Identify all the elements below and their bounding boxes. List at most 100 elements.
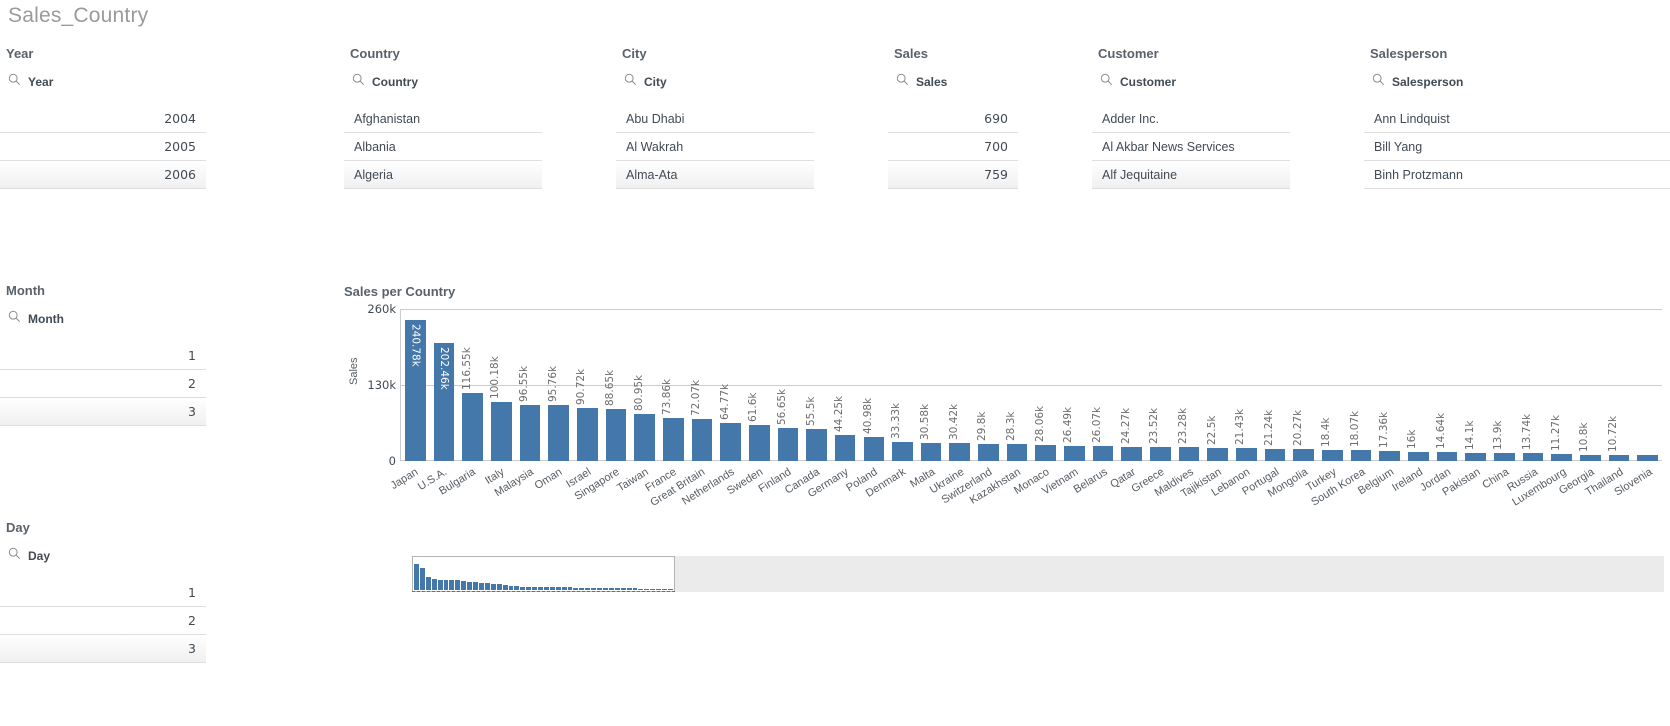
bar[interactable]: 18.07k [1349, 411, 1372, 461]
bar[interactable]: 61.6k [747, 393, 770, 461]
bar-slot[interactable]: 80.95k [630, 309, 659, 461]
bar-slot[interactable]: 18.07k [1347, 309, 1376, 461]
bar[interactable]: 24.27k [1120, 408, 1143, 461]
filter-search-salesperson[interactable]: Salesperson [1364, 69, 1670, 95]
bar-slot[interactable]: 10.72k [1605, 309, 1634, 461]
filter-search-sales[interactable]: Sales [888, 69, 1018, 95]
filter-pane-month[interactable]: Month Month 1 2 3 [0, 283, 206, 426]
bar-slot[interactable]: 202.46k [430, 309, 459, 461]
bar[interactable]: 55.5k [805, 396, 827, 461]
bar-slot[interactable]: 23.52k [1146, 309, 1175, 461]
bar-slot[interactable]: 61.6k [745, 309, 774, 461]
list-item[interactable]: 3 [0, 635, 206, 663]
bar[interactable]: 17.36k [1378, 412, 1400, 461]
bar[interactable]: 30.58k [919, 404, 942, 461]
bar[interactable]: 23.52k [1148, 408, 1171, 461]
bar-slot[interactable]: 14.1k [1461, 309, 1490, 461]
list-item[interactable]: 1 [0, 579, 206, 607]
list-item[interactable]: Alf Jequitaine [1092, 161, 1290, 189]
scrollbar-thumb[interactable] [412, 556, 675, 592]
bar[interactable]: 116.55k [461, 347, 483, 461]
bar[interactable]: 33.33k [890, 402, 913, 461]
bar[interactable]: 96.55k [518, 365, 541, 461]
list-item[interactable]: Al Akbar News Services [1092, 133, 1290, 161]
bar-slot[interactable]: 26.07k [1089, 309, 1118, 461]
bar-slot[interactable]: 13.74k [1519, 309, 1548, 461]
bar-slot[interactable]: 14.64k [1433, 309, 1462, 461]
bar-slot[interactable]: 28.3k [1003, 309, 1032, 461]
bar-slot[interactable]: 96.55k [516, 309, 545, 461]
bar-slot[interactable]: 30.58k [917, 309, 946, 461]
bar-slot[interactable]: 18.4k [1318, 309, 1347, 461]
bar-slot[interactable]: 10.8k [1576, 309, 1605, 461]
bar[interactable]: 202.46k [433, 342, 455, 461]
bar-slot[interactable]: 17.36k [1375, 309, 1404, 461]
bar[interactable]: 28.3k [1005, 412, 1028, 461]
bar-slot[interactable]: 100.18k [487, 309, 516, 461]
bar[interactable]: 56.65k [776, 389, 799, 461]
bar-slot[interactable]: 116.55k [458, 309, 487, 461]
bar[interactable]: 29.8k [976, 411, 999, 461]
bar-slot[interactable]: 90.72k [573, 309, 602, 461]
filter-search-country[interactable]: Country [344, 69, 542, 95]
bar-slot[interactable]: 26.49k [1060, 309, 1089, 461]
bar[interactable]: 14.64k [1435, 413, 1458, 461]
bar[interactable]: 11.27k [1550, 415, 1572, 461]
bar-slot[interactable]: 40.98k [860, 309, 889, 461]
chart-range-scrollbar[interactable] [412, 556, 1664, 592]
bar[interactable]: 16k [1406, 429, 1429, 461]
bar-slot[interactable]: 44.25k [831, 309, 860, 461]
bar[interactable]: 240.78k [405, 320, 426, 461]
bar[interactable]: 44.25k [833, 396, 856, 461]
filter-pane-customer[interactable]: Customer Customer Adder Inc. Al Akbar News … [1092, 46, 1290, 189]
bar-slot[interactable]: 88.65k [602, 309, 631, 461]
bar[interactable]: 100.18k [489, 357, 512, 461]
bar-slot[interactable]: 24.27k [1117, 309, 1146, 461]
list-item[interactable]: Alma-Ata [616, 161, 814, 189]
bar-slot[interactable]: 30.42k [945, 309, 974, 461]
bar-slot[interactable]: 33.33k [888, 309, 917, 461]
filter-pane-sales[interactable]: Sales Sales 690 700 759 [888, 46, 1018, 189]
filter-search-customer[interactable]: Customer [1092, 69, 1290, 95]
bar[interactable]: 72.07k [690, 380, 713, 461]
bar-slot[interactable] [1633, 309, 1662, 461]
bar[interactable]: 13.74k [1521, 414, 1544, 461]
list-item[interactable]: 2004 [0, 105, 206, 133]
list-item[interactable]: Bill Yang [1364, 133, 1670, 161]
bar[interactable]: 73.86k [661, 379, 684, 461]
bar-slot[interactable]: 11.27k [1547, 309, 1576, 461]
bar-slot[interactable]: 72.07k [688, 309, 717, 461]
bar[interactable]: 14.1k [1464, 420, 1486, 461]
filter-pane-day[interactable]: Day Day 1 2 3 [0, 520, 206, 663]
filter-search-month[interactable]: Month [0, 306, 206, 332]
list-item[interactable]: 2 [0, 370, 206, 398]
list-item[interactable]: 2005 [0, 133, 206, 161]
bar-slot[interactable]: 13.9k [1490, 309, 1519, 461]
filter-pane-city[interactable]: City City Abu Dhabi Al Wakrah Alma-Ata [616, 46, 814, 189]
list-item[interactable]: 700 [888, 133, 1018, 161]
list-item[interactable]: Adder Inc. [1092, 105, 1290, 133]
bar-slot[interactable]: 21.24k [1261, 309, 1290, 461]
bar-slot[interactable]: 95.76k [544, 309, 573, 461]
bar-slot[interactable]: 28.06k [1031, 309, 1060, 461]
bar[interactable]: 10.8k [1578, 422, 1601, 461]
filter-pane-year[interactable]: Year Year 2004 2005 2006 [0, 46, 206, 189]
list-item[interactable]: Al Wakrah [616, 133, 814, 161]
bar[interactable]: 26.07k [1091, 407, 1114, 461]
bar-slot[interactable]: 22.5k [1203, 309, 1232, 461]
list-item[interactable]: 2 [0, 607, 206, 635]
list-item[interactable]: Afghanistan [344, 105, 542, 133]
bar-slot[interactable]: 64.77k [716, 309, 745, 461]
bar[interactable]: 88.65k [604, 370, 627, 461]
bar[interactable]: 26.49k [1062, 406, 1085, 461]
bar[interactable]: 22.5k [1206, 415, 1229, 461]
list-item[interactable]: Binh Protzmann [1364, 161, 1670, 189]
bar-slot[interactable]: 55.5k [802, 309, 831, 461]
list-item[interactable]: Ann Lindquist [1364, 105, 1670, 133]
bar[interactable]: 13.9k [1492, 420, 1515, 461]
list-item[interactable]: Albania [344, 133, 542, 161]
bar[interactable]: 40.98k [862, 398, 885, 461]
bar[interactable]: 18.4k [1320, 418, 1343, 461]
bar[interactable]: 20.27k [1292, 410, 1314, 461]
list-item[interactable]: Abu Dhabi [616, 105, 814, 133]
